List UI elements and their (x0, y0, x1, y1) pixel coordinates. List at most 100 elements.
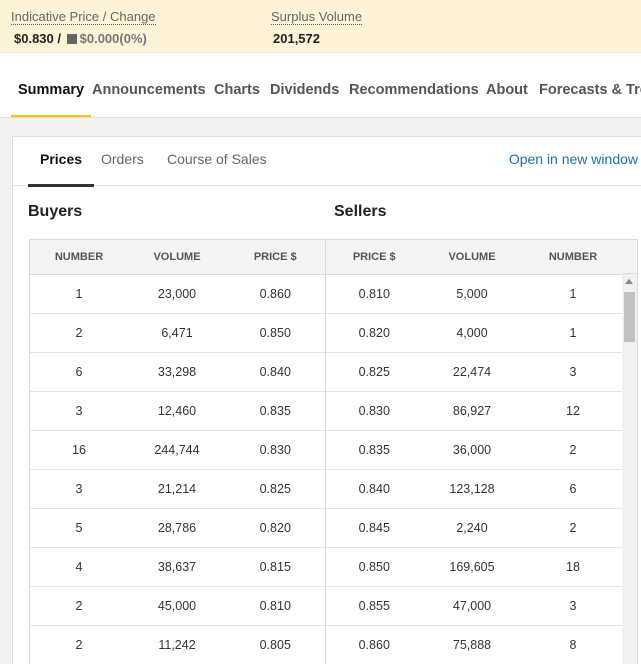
sell-number-cell: 6 (521, 469, 625, 509)
buy-price-cell: 0.860 (226, 274, 326, 314)
sell-price-cell: 0.825 (325, 352, 423, 392)
table-row: 3 21,214 0.825 0.840 123,128 6 (30, 469, 625, 509)
table-row: 2 6,471 0.850 0.820 4,000 1 (30, 313, 625, 353)
sell-price-cell: 0.835 (325, 430, 423, 470)
table-row: 6 33,298 0.840 0.825 22,474 3 (30, 352, 625, 392)
tab-recommendations[interactable]: Recommendations (349, 53, 479, 117)
sell-volume-cell: 36,000 (423, 430, 521, 470)
buy-price-cell: 0.825 (226, 469, 326, 509)
price-banner: Indicative Price / Change $0.830 / $0.00… (0, 0, 641, 52)
tab-summary[interactable]: Summary (11, 53, 92, 117)
tab-course-of-sales[interactable]: Course of Sales (155, 137, 279, 186)
buy-volume-cell: 244,744 (128, 430, 226, 470)
tab-orders[interactable]: Orders (89, 137, 156, 186)
sell-number-cell: 8 (521, 625, 625, 664)
tab-charts[interactable]: Charts (214, 53, 260, 117)
buy-price-cell: 0.820 (226, 508, 326, 548)
market-depth-table: NUMBER VOLUME PRICE $ PRICE $ VOLUME NUM… (29, 239, 638, 664)
col-header-buy-volume[interactable]: VOLUME (128, 240, 226, 275)
indicative-price-label[interactable]: Indicative Price / Change (11, 9, 156, 25)
open-new-window-link[interactable]: Open in new window (509, 151, 638, 167)
sub-tab-bar: Prices Orders Course of Sales Open in ne… (13, 137, 641, 187)
col-header-sell-volume[interactable]: VOLUME (423, 240, 521, 275)
buy-price-cell: 0.840 (226, 352, 326, 392)
buy-number-cell: 3 (30, 469, 128, 509)
buy-volume-cell: 23,000 (128, 274, 226, 314)
buy-price-cell: 0.850 (226, 313, 326, 353)
surplus-volume-value: 201,572 (273, 31, 320, 46)
sell-number-cell: 3 (521, 352, 625, 392)
buy-number-cell: 2 (30, 313, 128, 353)
price-change: $0.000(0%) (79, 31, 147, 46)
table-row: 4 38,637 0.815 0.850 169,605 18 (30, 547, 625, 587)
tab-about[interactable]: About (486, 53, 528, 117)
buy-number-cell: 6 (30, 352, 128, 392)
scroll-up-arrow-icon[interactable] (625, 279, 633, 284)
sell-number-cell: 2 (521, 430, 625, 470)
col-header-sell-number[interactable]: NUMBER (521, 240, 625, 275)
buy-price-cell: 0.805 (226, 625, 326, 664)
table-row: 5 28,786 0.820 0.845 2,240 2 (30, 508, 625, 548)
sell-volume-cell: 5,000 (423, 274, 521, 314)
table-row: 3 12,460 0.835 0.830 86,927 12 (30, 391, 625, 431)
price-value: $0.830 / (14, 31, 61, 46)
sell-volume-cell: 22,474 (423, 352, 521, 392)
sell-volume-cell: 47,000 (423, 586, 521, 626)
sellers-heading: Sellers (334, 203, 387, 220)
sell-volume-cell: 123,128 (423, 469, 521, 509)
sell-number-cell: 18 (521, 547, 625, 587)
sell-price-cell: 0.840 (325, 469, 423, 509)
buy-volume-cell: 28,786 (128, 508, 226, 548)
col-header-buy-price[interactable]: PRICE $ (226, 240, 326, 275)
col-header-sell-price[interactable]: PRICE $ (325, 240, 423, 275)
main-tab-bar: Summary Announcements Charts Dividends R… (0, 52, 641, 118)
unchanged-square-icon (66, 34, 77, 44)
buy-number-cell: 3 (30, 391, 128, 431)
indicative-price-value: $0.830 / $0.000(0%) (11, 31, 156, 46)
sell-number-cell: 12 (521, 391, 625, 431)
buy-number-cell: 5 (30, 508, 128, 548)
table-row: 1 23,000 0.860 0.810 5,000 1 (30, 274, 625, 314)
buy-volume-cell: 38,637 (128, 547, 226, 587)
tab-forecasts-trends[interactable]: Forecasts & Trends (539, 53, 641, 117)
tab-dividends[interactable]: Dividends (270, 53, 339, 117)
sell-price-cell: 0.830 (325, 391, 423, 431)
sell-price-cell: 0.850 (325, 547, 423, 587)
sell-volume-cell: 4,000 (423, 313, 521, 353)
sell-price-cell: 0.810 (325, 274, 423, 314)
buy-number-cell: 4 (30, 547, 128, 587)
buy-volume-cell: 6,471 (128, 313, 226, 353)
sell-volume-cell: 2,240 (423, 508, 521, 548)
sell-volume-cell: 169,605 (423, 547, 521, 587)
buy-volume-cell: 21,214 (128, 469, 226, 509)
table-row: 2 11,242 0.805 0.860 75,888 8 (30, 625, 625, 664)
sell-number-cell: 3 (521, 586, 625, 626)
buyers-heading: Buyers (28, 203, 83, 220)
buy-number-cell: 1 (30, 274, 128, 314)
sell-price-cell: 0.820 (325, 313, 423, 353)
sell-number-cell: 1 (521, 313, 625, 353)
sell-price-cell: 0.845 (325, 508, 423, 548)
buy-price-cell: 0.815 (226, 547, 326, 587)
sell-price-cell: 0.860 (325, 625, 423, 664)
table-row: 2 45,000 0.810 0.855 47,000 3 (30, 586, 625, 626)
buy-volume-cell: 45,000 (128, 586, 226, 626)
buy-number-cell: 16 (30, 430, 128, 470)
sell-volume-cell: 75,888 (423, 625, 521, 664)
scroll-thumb[interactable] (624, 292, 635, 342)
col-header-buy-number[interactable]: NUMBER (30, 240, 128, 275)
sell-number-cell: 2 (521, 508, 625, 548)
tab-announcements[interactable]: Announcements (92, 53, 206, 117)
header-filler (623, 240, 637, 274)
table-scrollbar[interactable] (622, 274, 637, 664)
surplus-volume-label[interactable]: Surplus Volume (271, 9, 363, 25)
sell-volume-cell: 86,927 (423, 391, 521, 431)
buy-volume-cell: 12,460 (128, 391, 226, 431)
buy-price-cell: 0.830 (226, 430, 326, 470)
table-row: 16 244,744 0.830 0.835 36,000 2 (30, 430, 625, 470)
buy-number-cell: 2 (30, 625, 128, 664)
buy-volume-cell: 11,242 (128, 625, 226, 664)
buy-price-cell: 0.810 (226, 586, 326, 626)
tab-prices[interactable]: Prices (28, 137, 95, 187)
buy-number-cell: 2 (30, 586, 128, 626)
